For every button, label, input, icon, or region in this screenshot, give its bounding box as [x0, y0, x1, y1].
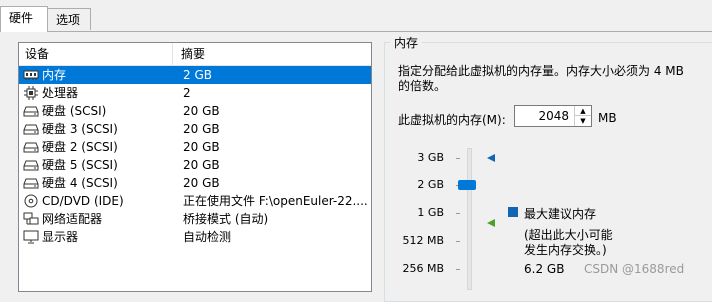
slider-tick-mark [456, 158, 460, 159]
recommended-guest-marker-icon [487, 219, 495, 227]
network-adapter-icon [23, 212, 39, 226]
device-summary: 自动检测 [183, 230, 232, 244]
tab-bar: 硬件 选项 [0, 0, 712, 32]
memory-size-spinbox[interactable]: 2048 ▲ ▼ [514, 105, 592, 127]
device-name: 硬盘 4 (SCSI) [42, 176, 118, 190]
device-row-hard-disk-scsi[interactable]: 硬盘 (SCSI) 20 GB [19, 102, 371, 120]
max-recommended-value: 6.2 GB [524, 262, 565, 276]
device-name: 显示器 [42, 230, 79, 244]
tab-hardware-label: 硬件 [9, 11, 34, 25]
device-row-memory[interactable]: 内存 2 GB [19, 66, 371, 84]
slider-tick-mark [456, 213, 460, 214]
device-row-hard-disk-5[interactable]: 硬盘 5 (SCSI) 20 GB [19, 156, 371, 174]
memory-description: 指定分配给此虚拟机的内存量。内存大小必须为 4 MB 的倍数。 [398, 64, 684, 93]
memory-unit-label: MB [598, 111, 617, 125]
device-name: CD/DVD (IDE) [42, 194, 124, 208]
device-summary: 20 GB [183, 140, 220, 154]
device-row-hard-disk-3[interactable]: 硬盘 3 (SCSI) 20 GB [19, 120, 371, 138]
slider-tick-label: 3 GB [417, 151, 444, 164]
max-recommended-label: 最大建议内存 [524, 207, 597, 221]
device-name: 硬盘 5 (SCSI) [42, 158, 118, 172]
device-summary: 20 GB [183, 158, 220, 172]
watermark: CSDN @1688red [584, 262, 685, 276]
memory-slider-thumb[interactable] [458, 180, 476, 190]
memory-field-label: 此虚拟机的内存(M): [398, 113, 506, 127]
slider-tick-label: 2 GB [417, 178, 444, 191]
device-summary: 桥接模式 (自动) [183, 212, 269, 226]
monitor-icon [23, 230, 39, 244]
slider-tick-mark [456, 269, 460, 270]
hard-disk-icon [23, 176, 39, 190]
slider-tick-label: 512 MB [402, 234, 444, 247]
cpu-icon [23, 86, 39, 100]
slider-tick-mark [456, 241, 460, 242]
tab-options-label: 选项 [56, 13, 81, 27]
device-name: 处理器 [42, 86, 79, 100]
device-summary: 20 GB [183, 176, 220, 190]
memory-slider-track[interactable] [467, 148, 472, 290]
memory-icon [23, 68, 39, 82]
device-row-hard-disk-4[interactable]: 硬盘 4 (SCSI) 20 GB [19, 174, 371, 192]
device-summary: 2 GB [183, 68, 212, 82]
hard-disk-icon [23, 122, 39, 136]
device-row-monitor[interactable]: 显示器 自动检测 [19, 228, 371, 246]
max-recommended-legend-icon [508, 207, 518, 217]
device-name: 网络适配器 [42, 212, 103, 226]
max-recommended-note-line2: 发生内存交换。) [524, 243, 607, 257]
hard-disk-icon [23, 158, 39, 172]
device-summary: 正在使用文件 F:\openEuler-22.... [183, 194, 368, 208]
memory-size-value[interactable]: 2048 [538, 109, 569, 123]
device-name: 硬盘 2 (SCSI) [42, 140, 118, 154]
device-row-network-adapter[interactable]: 网络适配器 桥接模式 (自动) [19, 210, 371, 228]
device-summary: 20 GB [183, 104, 220, 118]
device-name: 硬盘 3 (SCSI) [42, 122, 118, 136]
device-row-hard-disk-2[interactable]: 硬盘 2 (SCSI) 20 GB [19, 138, 371, 156]
max-recommended-marker-icon [487, 154, 495, 162]
slider-tick-label: 256 MB [402, 262, 444, 275]
hard-disk-icon [23, 104, 39, 118]
device-list[interactable]: 设备 摘要 内存 2 GB 处理器 2 硬盘 (SCSI) 20 GB 硬盘 3… [18, 42, 372, 292]
column-header-device[interactable]: 设备 [19, 43, 173, 65]
device-list-header: 设备 摘要 [19, 43, 371, 66]
column-header-summary[interactable]: 摘要 [173, 43, 205, 65]
device-summary: 2 [183, 86, 191, 100]
spin-up-arrow-icon[interactable]: ▲ [575, 106, 591, 116]
memory-group-title: 内存 [390, 34, 423, 51]
cd-dvd-icon [23, 194, 39, 208]
hard-disk-icon [23, 140, 39, 154]
tab-hardware[interactable]: 硬件 [0, 6, 48, 32]
tab-options[interactable]: 选项 [47, 8, 91, 30]
device-row-cd-dvd[interactable]: CD/DVD (IDE) 正在使用文件 F:\openEuler-22.... [19, 192, 371, 210]
device-summary: 20 GB [183, 122, 220, 136]
slider-tick-label: 1 GB [417, 206, 444, 219]
device-name: 内存 [42, 68, 67, 82]
spin-down-arrow-icon[interactable]: ▼ [575, 116, 591, 126]
device-row-processor[interactable]: 处理器 2 [19, 84, 371, 102]
tab-divider [0, 31, 712, 32]
device-name: 硬盘 (SCSI) [42, 104, 107, 118]
